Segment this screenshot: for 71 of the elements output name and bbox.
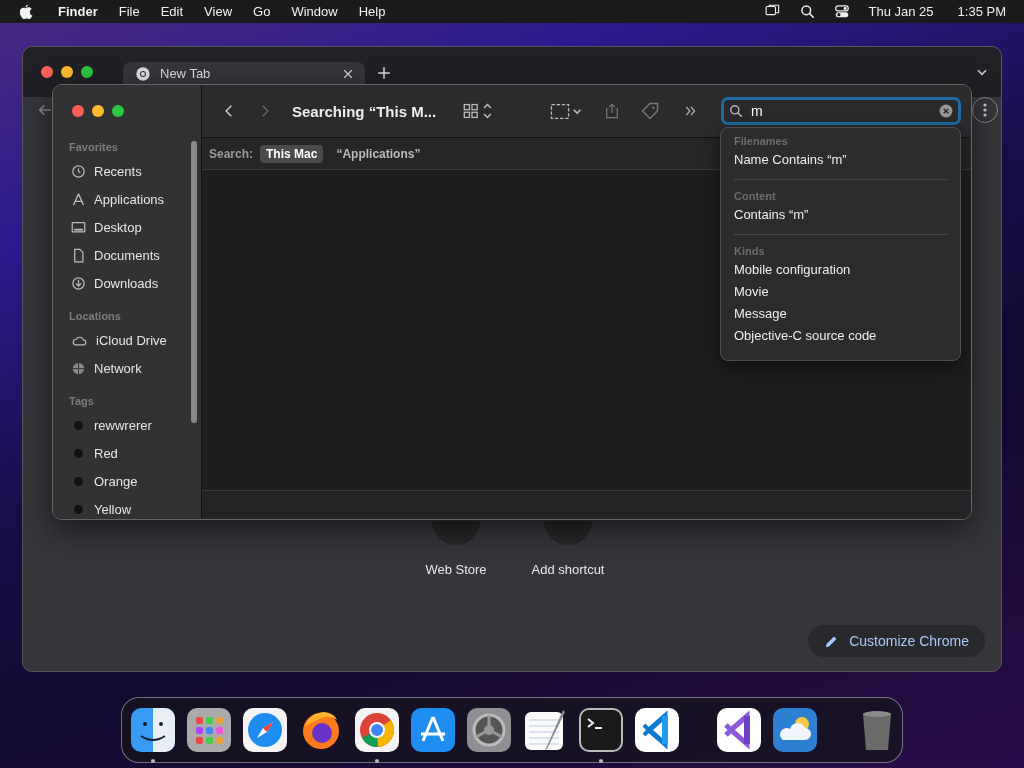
sidebar-item[interactable]: Documents	[94, 247, 160, 263]
search-field[interactable]: m	[721, 97, 961, 125]
close-icon	[343, 68, 353, 79]
menu-item[interactable]: View	[204, 4, 233, 19]
zoom-window-button[interactable]	[81, 66, 93, 78]
menu-item[interactable]: Help	[358, 4, 386, 19]
back-arrow-icon	[37, 102, 53, 118]
suggestion-heading: Filenames	[733, 134, 789, 149]
menu-item[interactable]: Go	[253, 4, 271, 19]
shortcut-label[interactable]: Web Store	[425, 562, 487, 577]
suggestion-item[interactable]: Name Contains “m”	[721, 149, 960, 171]
sidebar-heading: Locations	[68, 309, 122, 324]
scope-option[interactable]: “Applications”	[330, 144, 427, 163]
desktop-icon	[71, 219, 86, 235]
sidebar-item[interactable]: Orange	[94, 473, 138, 489]
sidebar-item[interactable]: Recents	[94, 163, 142, 179]
scrollbar-thumb[interactable]	[191, 141, 197, 423]
control-center-icon	[832, 4, 851, 19]
browser-wheel-icon	[135, 65, 151, 82]
terminal-prompt-icon	[579, 708, 623, 752]
minimize-window-button[interactable]	[92, 105, 104, 117]
browser-wheel-icon	[355, 708, 399, 752]
menu-item[interactable]: File	[118, 4, 140, 19]
sidebar-heading: Favorites	[68, 140, 119, 155]
smiling-face-icon	[131, 708, 175, 752]
sidebar-item[interactable]: rewwrerer	[94, 417, 152, 433]
clear-icon	[939, 104, 953, 118]
sidebar-item[interactable]: Red	[94, 445, 118, 461]
close-window-button[interactable]	[72, 105, 84, 117]
suggestion-item[interactable]: Movie	[721, 281, 960, 303]
tag-icon	[640, 101, 661, 121]
suggestion-heading: Kinds	[733, 244, 766, 259]
shortcut-tile[interactable]	[432, 521, 480, 545]
close-window-button[interactable]	[41, 66, 53, 78]
suggestion-item[interactable]: Mobile configuration	[721, 259, 960, 281]
browser-tab[interactable]: New Tab	[123, 62, 365, 85]
shortcut-tile[interactable]	[544, 521, 592, 545]
sidebar-item[interactable]: Applications	[94, 191, 165, 207]
suggestion-item[interactable]: Contains “m”	[721, 204, 960, 226]
plus-icon	[377, 66, 391, 80]
sidebar-item[interactable]: Yellow	[94, 501, 132, 517]
globe-icon	[71, 360, 86, 376]
shortcut-label[interactable]: Add shortcut	[531, 562, 605, 577]
menu-date[interactable]: Thu Jan 25	[868, 4, 934, 19]
compass-tool-icon	[71, 191, 86, 207]
search-icon	[729, 104, 743, 118]
menu-app-name[interactable]: Finder	[58, 4, 98, 19]
download-icon	[71, 275, 86, 291]
search-icon	[799, 4, 815, 19]
document-icon	[71, 247, 86, 263]
window-title: Searching “This M...	[292, 102, 437, 120]
suggestion-item[interactable]: Objective-C source code	[721, 325, 960, 347]
suggestion-item[interactable]: Message	[721, 303, 960, 325]
suggestion-heading: Content	[733, 189, 777, 204]
sidebar-item[interactable]: iCloud Drive	[96, 332, 167, 348]
more-icon	[983, 103, 987, 117]
minimize-window-button[interactable]	[61, 66, 73, 78]
search-scope-label: Search:	[209, 146, 254, 161]
sidebar-item[interactable]: Desktop	[94, 219, 142, 235]
customize-button[interactable]: Customize Chrome	[808, 625, 985, 657]
menu-item[interactable]: Window	[291, 4, 338, 19]
sidebar-item[interactable]: Network	[94, 360, 142, 376]
menu-clock[interactable]: 1:35 PM	[957, 4, 1006, 19]
sidebar-heading: Tags	[68, 394, 95, 409]
apple-icon	[18, 3, 33, 20]
menu-item[interactable]: Edit	[160, 4, 184, 19]
zoom-window-button[interactable]	[112, 105, 124, 117]
sidebar-item[interactable]: Downloads	[94, 275, 159, 291]
share-icon	[604, 101, 621, 121]
scope-option[interactable]: This Mac	[260, 144, 324, 163]
clock-icon	[71, 163, 86, 179]
